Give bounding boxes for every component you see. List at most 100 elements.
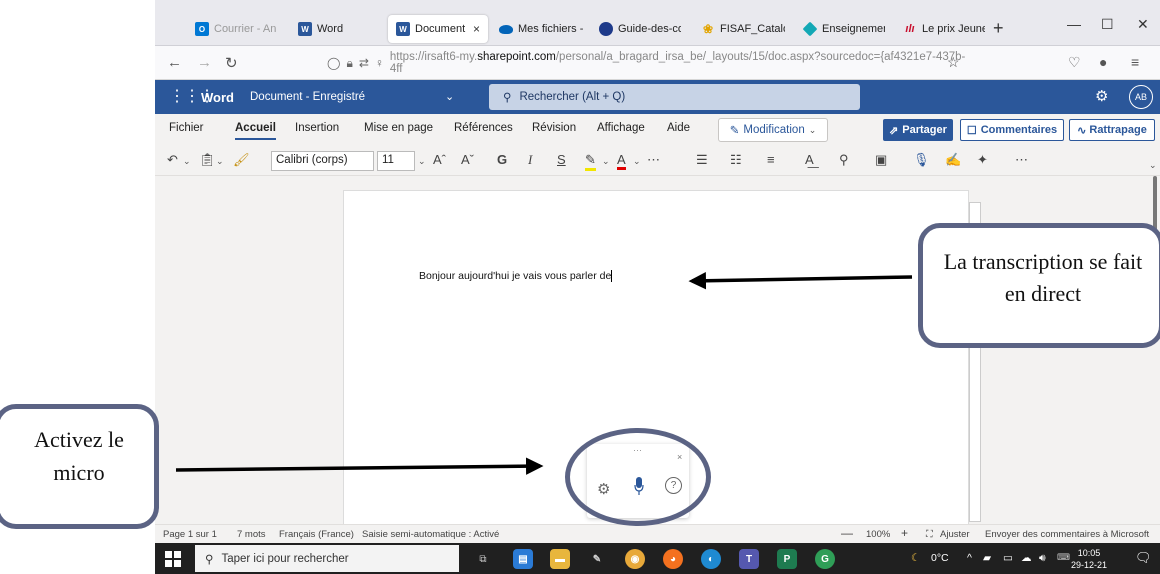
file-icon[interactable]: ▤ (513, 549, 533, 569)
task-view-icon[interactable]: ⧉ (473, 549, 493, 569)
underline-button[interactable]: S (557, 152, 566, 167)
chevron-down-icon[interactable]: ⌄ (183, 156, 191, 167)
chevron-down-icon[interactable]: ⌄ (216, 156, 224, 167)
chrome-profile-icon[interactable]: G (815, 549, 835, 569)
network-icon[interactable]: ▭ (1003, 552, 1013, 564)
clock[interactable]: 10:05 29-12-21 (1071, 547, 1107, 571)
chevron-down-icon[interactable]: ⌄ (633, 156, 641, 167)
tab-fisaf[interactable]: ❀ FISAF_Catalogu (693, 14, 793, 44)
tab-accueil[interactable]: Accueil (235, 122, 276, 140)
bold-button[interactable]: G (497, 152, 507, 167)
more-options-icon[interactable]: ⋯ (1015, 152, 1028, 168)
document-title[interactable]: Document - Enregistré (250, 91, 365, 103)
chevron-down-icon[interactable]: ⌄ (418, 156, 426, 167)
close-icon[interactable]: × (473, 22, 480, 36)
zoom-level[interactable]: 100% (866, 529, 890, 540)
forward-icon[interactable]: → (197, 54, 212, 71)
project-icon[interactable]: P (777, 549, 797, 569)
teams-icon[interactable]: T (739, 549, 759, 569)
tab-prix-jeunesse[interactable]: ılı Le prix Jeunesse (895, 14, 993, 44)
fit-button[interactable]: Ajuster (940, 529, 970, 540)
tab-mes-fichiers[interactable]: Mes fichiers - O (491, 14, 591, 44)
tab-references[interactable]: Références (454, 122, 513, 134)
shrink-font-icon[interactable]: Aˇ (461, 152, 474, 167)
word-count[interactable]: 7 mots (237, 529, 266, 540)
tray-app-icon[interactable]: ▰ (983, 552, 991, 564)
reuse-files-icon[interactable]: ▣ (875, 152, 887, 168)
volume-icon[interactable]: 🔊︎ (1039, 552, 1046, 565)
tab-aide[interactable]: Aide (667, 122, 690, 134)
app-icon[interactable]: ◐ (701, 549, 721, 569)
cloud-icon[interactable]: ☁ (1021, 552, 1032, 564)
reload-icon[interactable]: ↻ (225, 54, 238, 72)
menu-icon[interactable]: ≡ (1131, 54, 1139, 70)
zoom-out-icon[interactable]: — (841, 526, 853, 540)
firefox-icon[interactable]: ◕ (663, 549, 683, 569)
editing-mode-button[interactable]: ✎ Modification ⌄ (718, 118, 828, 142)
dictate-mic-icon[interactable]: 🎙︎ (913, 152, 930, 168)
comments-button[interactable]: ☐ Commentaires (960, 119, 1064, 141)
tab-fichier[interactable]: Fichier (169, 122, 204, 134)
document-body[interactable]: Bonjour aujourd'hui je vais vous parler … (419, 270, 613, 283)
maximize-button[interactable]: ☐ (1101, 16, 1114, 33)
align-icon[interactable]: ≡ (767, 152, 775, 167)
bullets-icon[interactable]: ☰ (696, 152, 708, 168)
window-close-button[interactable]: ✕ (1137, 16, 1149, 33)
tab-affichage[interactable]: Affichage (597, 122, 645, 134)
pocket-icon[interactable]: ♡ (1068, 54, 1081, 71)
chevron-down-icon[interactable]: ⌄ (1149, 160, 1157, 171)
word-header: ⋮⋮⋮ Word Document - Enregistré ⌄ ⚲ Reche… (155, 80, 1160, 114)
tab-guide[interactable]: Guide-des-com (591, 14, 689, 44)
settings-gear-icon[interactable]: ⚙ (1095, 87, 1108, 105)
tab-insertion[interactable]: Insertion (295, 122, 339, 134)
font-name-select[interactable]: Calibri (corps) (271, 151, 374, 171)
clipboard-icon[interactable]: 📋︎ (199, 152, 216, 168)
address-bar[interactable]: ◯ 🔒︎ ⇄ ♀ https://irsaft6-my.sharepoint.c… (315, 51, 968, 75)
numbering-icon[interactable]: ☷ (730, 152, 742, 168)
chevron-down-icon[interactable]: ⌄ (602, 156, 610, 167)
designer-icon[interactable]: ✦ (977, 152, 988, 168)
tab-word[interactable]: W Word (290, 14, 380, 44)
styles-icon[interactable]: A͟ (805, 152, 814, 167)
bookmark-star-icon[interactable]: ☆ (947, 54, 960, 71)
minimize-button[interactable]: — (1067, 16, 1081, 32)
extension-icon[interactable]: ● (1099, 54, 1107, 70)
language-status[interactable]: Français (France) (279, 529, 354, 540)
undo-icon[interactable]: ↶ (167, 152, 178, 168)
font-size-select[interactable]: 11 (377, 151, 415, 171)
chevron-down-icon[interactable]: ⌄ (445, 90, 454, 103)
share-button[interactable]: ⇗ Partager (883, 119, 953, 141)
tab-mise-en-page[interactable]: Mise en page (364, 122, 433, 134)
new-tab-button[interactable]: + (993, 18, 1004, 39)
keyboard-icon[interactable]: ⌨ (1057, 552, 1070, 563)
zoom-in-icon[interactable]: + (901, 526, 908, 540)
notification-icon[interactable]: 🗨︎ (1135, 550, 1152, 566)
feedback-link[interactable]: Envoyer des commentaires à Microsoft (985, 529, 1149, 540)
search-input[interactable]: ⚲ Rechercher (Alt + Q) (489, 84, 860, 110)
format-painter-icon[interactable]: 🖌︎ (233, 152, 250, 168)
taskbar-search-input[interactable]: ⚲ Taper ici pour rechercher (195, 545, 459, 572)
weather-icon[interactable]: ☾ (911, 552, 920, 564)
find-icon[interactable]: ⚲ (839, 152, 849, 168)
tab-document[interactable]: W Document.do × (388, 15, 488, 43)
highlight-icon[interactable]: ✎ (585, 152, 596, 171)
more-icon[interactable]: ⋯ (647, 152, 660, 168)
tab-courrier[interactable]: O Courrier - Anne (187, 14, 285, 44)
outlook-icon: O (195, 22, 209, 36)
avatar[interactable]: AB (1129, 85, 1153, 109)
file-explorer-icon[interactable]: ▬ (550, 549, 570, 569)
windows-start-icon[interactable] (165, 551, 181, 567)
catch-up-button[interactable]: ∿ Rattrapage (1069, 119, 1155, 141)
tab-enseignement[interactable]: Enseignement e (795, 14, 893, 44)
italic-button[interactable]: I (528, 152, 532, 168)
font-color-icon[interactable]: A (617, 152, 626, 170)
tray-chevron-icon[interactable]: ^ (967, 552, 972, 564)
back-icon[interactable]: ← (167, 54, 182, 71)
app-name[interactable]: Word (201, 90, 234, 105)
tab-revision[interactable]: Révision (532, 122, 576, 134)
temperature[interactable]: 0°C (931, 552, 949, 564)
paint-icon[interactable]: ✎ (587, 549, 607, 569)
chrome-icon[interactable]: ◉ (625, 549, 645, 569)
grow-font-icon[interactable]: Aˆ (433, 152, 446, 167)
editor-icon[interactable]: ✍ (945, 152, 961, 168)
